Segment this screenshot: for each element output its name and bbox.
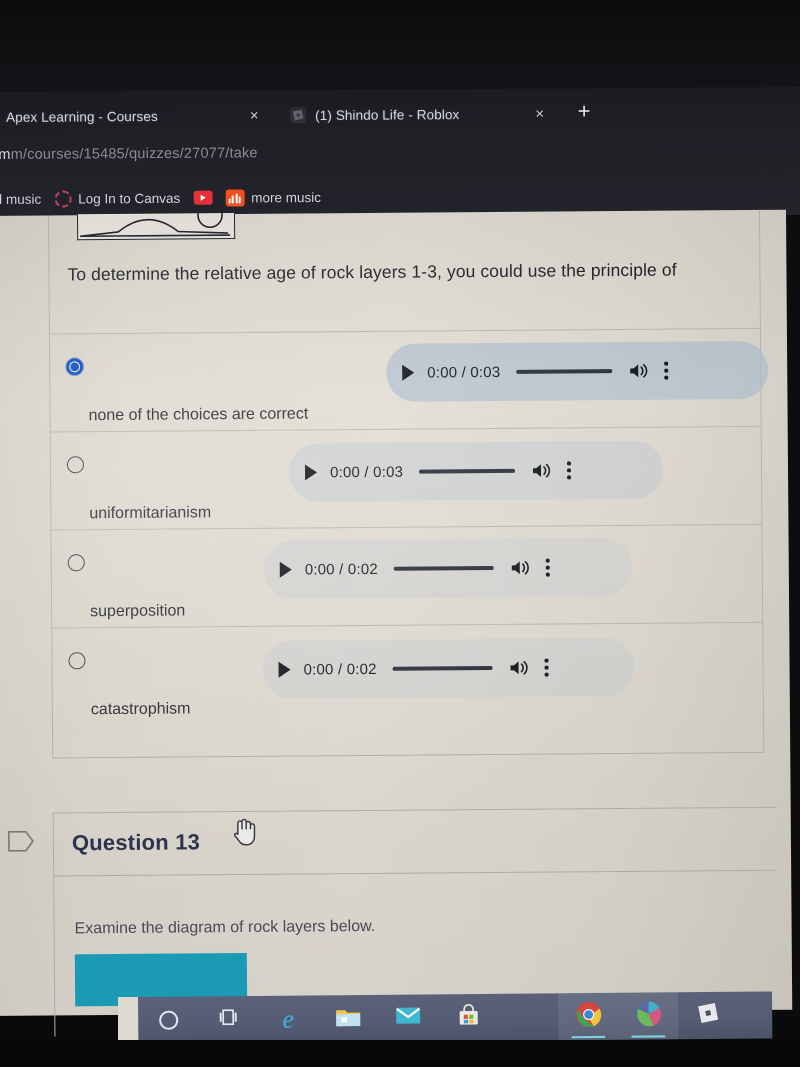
soundcloud-icon <box>225 188 245 207</box>
audio-time: 0:00 / 0:02 <box>304 560 378 579</box>
bookmark-label: more music <box>251 189 322 205</box>
answer-label: uniformitarianism <box>89 504 212 523</box>
radio-button[interactable] <box>66 456 85 474</box>
play-icon[interactable] <box>304 464 318 481</box>
bookmark-youtube[interactable] <box>193 190 213 205</box>
bookmark-label: Log In to Canvas <box>78 190 181 206</box>
play-icon[interactable] <box>278 661 291 678</box>
close-icon[interactable]: × <box>530 103 549 124</box>
close-icon[interactable]: × <box>245 105 264 126</box>
question-header: Question 13 <box>8 806 778 877</box>
roblox-icon <box>290 107 307 124</box>
taskbar-roblox[interactable] <box>678 992 738 1040</box>
radio-button[interactable] <box>68 652 86 670</box>
audio-time: 0:00 / 0:03 <box>427 363 501 382</box>
more-options-icon[interactable] <box>546 558 550 577</box>
audio-player[interactable]: 0:00 / 0:03 <box>386 340 769 402</box>
url-host-fragment: m <box>0 146 11 163</box>
audio-player[interactable]: 0:00 / 0:02 <box>263 537 633 599</box>
tab-title: (1) Shindo Life - Roblox <box>315 106 460 123</box>
question-prompt: Examine the diagram of rock layers below… <box>74 917 376 938</box>
taskbar-mail[interactable] <box>378 994 438 1042</box>
bookmark-log-in-to-canvas[interactable]: Log In to Canvas <box>54 189 181 208</box>
audio-time: 0:00 / 0:03 <box>329 463 404 481</box>
audio-player[interactable]: 0:00 / 0:03 <box>288 440 664 502</box>
taskbar-edge[interactable]: e <box>258 995 318 1043</box>
volume-icon[interactable] <box>531 462 553 480</box>
windows-taskbar: e <box>138 991 773 1044</box>
url-text: mm/courses/15485/quizzes/27077/take <box>0 145 258 163</box>
volume-icon[interactable] <box>509 659 531 677</box>
taskbar-task-view[interactable] <box>198 996 258 1044</box>
answer-options-list: none of the choices are correct 0:00 / 0… <box>49 327 769 726</box>
answer-option-row[interactable]: superposition 0:00 / 0:02 <box>51 523 763 628</box>
bookmark-more-music[interactable]: more music <box>225 188 322 207</box>
circle-icon <box>158 1010 178 1030</box>
audio-player[interactable]: 0:00 / 0:02 <box>262 637 635 699</box>
photo-bezel-top <box>0 0 800 92</box>
browser-tab-shindo-life[interactable]: (1) Shindo Life - Roblox × <box>280 95 559 135</box>
chrome-alt-icon <box>635 1000 662 1032</box>
answer-label: none of the choices are correct <box>88 405 309 425</box>
taskbar-spacer <box>498 1017 558 1018</box>
taskbar-microsoft-store[interactable] <box>438 994 498 1042</box>
folder-icon <box>335 1006 361 1032</box>
audio-progress-bar[interactable] <box>393 566 494 571</box>
play-icon[interactable] <box>402 364 415 381</box>
radio-button-selected[interactable] <box>66 358 84 376</box>
taskbar-chrome-secondary[interactable] <box>617 992 679 1040</box>
youtube-icon <box>193 190 213 205</box>
taskbar-cortana-search[interactable] <box>138 996 198 1044</box>
bookmark-label: d music <box>0 191 42 207</box>
photo-bezel-bottom <box>0 1040 800 1067</box>
canvas-quiz-page: To determine the relative age of rock la… <box>0 209 793 1037</box>
answer-option-row[interactable]: catastrophism 0:00 / 0:02 <box>52 621 763 726</box>
audio-progress-bar[interactable] <box>516 369 613 374</box>
answer-option-row[interactable]: none of the choices are correct 0:00 / 0… <box>49 327 769 432</box>
page-title: Question 13 <box>71 829 201 856</box>
tab-strip: Apex Learning - Courses × (1) Shindo Lif… <box>0 87 800 138</box>
audio-progress-bar[interactable] <box>392 666 493 671</box>
taskbar-chrome[interactable] <box>557 992 619 1041</box>
play-icon[interactable] <box>279 561 292 578</box>
tab-title: Apex Learning - Courses <box>6 108 158 125</box>
radio-button[interactable] <box>67 554 85 572</box>
edge-icon: e <box>282 1004 295 1034</box>
answer-option-row[interactable]: uniformitarianism 0:00 / 0:03 <box>50 425 762 530</box>
question-text: To determine the relative age of rock la… <box>67 259 677 285</box>
taskbar-page-gap <box>118 997 140 1044</box>
roblox-icon <box>696 1001 720 1030</box>
question-card-current: To determine the relative age of rock la… <box>47 209 769 759</box>
audio-progress-bar[interactable] <box>419 469 516 474</box>
audio-time: 0:00 / 0:02 <box>303 660 377 679</box>
url-path: m/courses/15485/quizzes/27077/take <box>10 145 258 163</box>
canvas-ring-icon <box>54 190 72 208</box>
rock-layers-diagram-image <box>76 213 236 241</box>
task-view-icon <box>217 1007 239 1032</box>
chrome-icon <box>575 1000 602 1032</box>
answer-label: superposition <box>90 602 186 621</box>
volume-icon[interactable] <box>510 559 532 577</box>
more-options-icon[interactable] <box>664 361 669 380</box>
bookmark-d-music[interactable]: d music <box>0 191 41 206</box>
store-bag-icon <box>457 1003 480 1031</box>
address-bar[interactable]: mm/courses/15485/quizzes/27077/take <box>0 133 800 178</box>
flag-icon[interactable] <box>8 830 35 852</box>
taskbar-file-explorer[interactable] <box>318 995 378 1043</box>
answer-label: catastrophism <box>90 700 191 719</box>
browser-window: Apex Learning - Courses × (1) Shindo Lif… <box>0 87 800 220</box>
more-options-icon[interactable] <box>544 658 549 677</box>
more-options-icon[interactable] <box>567 461 571 480</box>
new-tab-button[interactable]: + <box>571 98 597 124</box>
browser-tab-apex-learning[interactable]: Apex Learning - Courses × <box>0 96 274 136</box>
screenshot-photo: Apex Learning - Courses × (1) Shindo Lif… <box>0 0 800 1067</box>
envelope-icon <box>395 1006 421 1031</box>
volume-icon[interactable] <box>628 362 650 380</box>
